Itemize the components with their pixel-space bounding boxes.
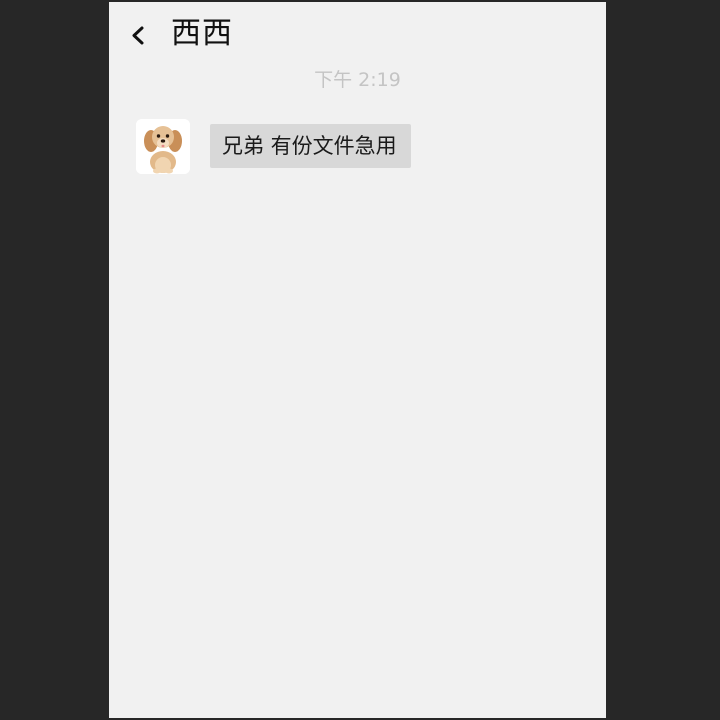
puppy-avatar-image — [136, 119, 190, 174]
chat-title[interactable]: 西西 — [171, 14, 233, 54]
message-timestamp: 下午 2:19 — [314, 69, 401, 91]
back-button[interactable] — [127, 20, 153, 50]
chat-screen: 西西 下午 2:19 兄弟 有份文件急用 — [109, 2, 606, 718]
message-bubble[interactable]: 兄弟 有份文件急用 — [210, 124, 411, 168]
puppy-avatar[interactable] — [136, 119, 190, 174]
chevron-left-icon — [132, 26, 144, 45]
chat-header: 西西 — [109, 2, 606, 68]
